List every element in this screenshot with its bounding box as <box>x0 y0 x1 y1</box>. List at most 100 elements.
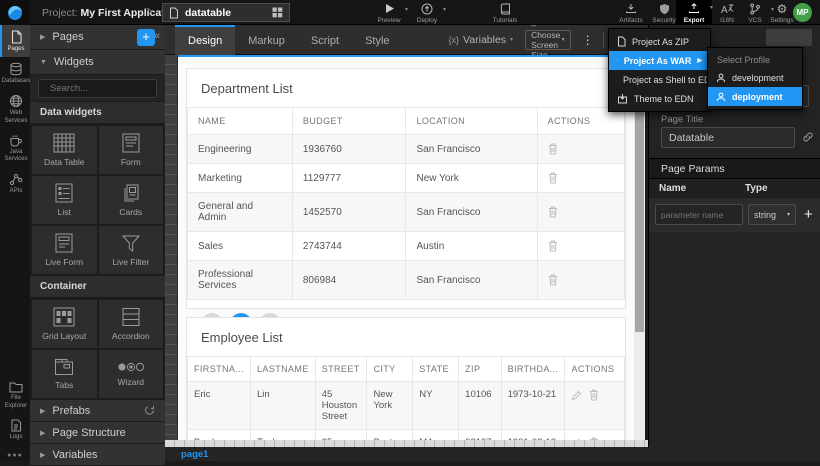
widget-grid-layout[interactable]: Grid Layout <box>32 300 97 348</box>
list-icon <box>54 183 74 203</box>
column-header[interactable]: NAME <box>188 108 293 135</box>
widget-search-input[interactable] <box>50 83 182 94</box>
widget-form[interactable]: Form <box>99 126 164 174</box>
delete-row-icon[interactable] <box>548 143 614 155</box>
chevron-right-icon: ▶ <box>40 407 45 415</box>
download-tray-icon <box>625 2 637 15</box>
horizontal-ruler <box>165 440 648 447</box>
column-header[interactable]: BIRTHDA... <box>501 357 565 382</box>
sidebar-item-web-services[interactable]: Web Services <box>0 89 30 128</box>
table-row[interactable]: Brad Tucker 25 Liberty Pl Boston MA 0212… <box>188 430 625 441</box>
column-header[interactable]: ZIP <box>459 357 501 382</box>
deploy-button[interactable]: Deploy ▾ <box>409 2 445 24</box>
tab-design[interactable]: Design <box>175 25 235 55</box>
submenu-item-deployment[interactable]: deployment <box>708 87 802 106</box>
table-row[interactable]: Professional Services 806984 San Francis… <box>188 261 625 300</box>
column-header[interactable]: LASTNAME <box>251 357 316 382</box>
column-header[interactable]: STREET <box>315 357 367 382</box>
pages-accordion[interactable]: ▶ Pages + <box>30 25 165 50</box>
column-header[interactable]: CITY <box>367 357 413 382</box>
edit-row-icon[interactable] <box>571 390 582 401</box>
page-canvas[interactable]: Department List NAME BUDGET LOCATION ACT… <box>178 55 634 440</box>
page-structure-accordion[interactable]: ▶ Page Structure <box>30 422 165 444</box>
shield-icon <box>659 2 670 15</box>
wizard-icon <box>117 361 145 373</box>
sidebar-item-file-explorer[interactable]: File Explorer <box>0 376 30 413</box>
sidebar-item-logs[interactable]: Logs <box>0 414 30 445</box>
table-row[interactable]: Engineering 1936760 San Francisco <box>188 135 625 164</box>
delete-row-icon[interactable] <box>548 274 614 286</box>
tab-style[interactable]: Style <box>352 25 402 55</box>
widget-live-form[interactable]: Live Form <box>32 226 97 274</box>
collapse-panel-icon[interactable]: « <box>154 30 160 42</box>
widget-data-table[interactable]: Data Table <box>32 126 97 174</box>
table-row[interactable]: Marketing 1129777 New York <box>188 164 625 193</box>
param-type-select[interactable]: string ▾ <box>748 204 796 225</box>
param-name-input[interactable] <box>655 204 743 225</box>
grid-layout-icon <box>53 307 75 327</box>
grid-view-icon[interactable] <box>272 7 283 18</box>
project-label: Project: <box>42 7 78 19</box>
menu-item-project-as-zip[interactable]: Project As ZIP <box>609 32 710 51</box>
tab-markup[interactable]: Markup <box>235 25 298 55</box>
sidebar-item-java-services[interactable]: Java Services <box>0 129 30 167</box>
delete-row-icon[interactable] <box>548 172 614 184</box>
column-header[interactable]: LOCATION <box>406 108 537 135</box>
preview-button[interactable]: Preview ▾ <box>371 2 407 24</box>
delete-row-icon[interactable] <box>589 389 599 401</box>
sidebar-item-pages[interactable]: Pages <box>0 25 30 57</box>
menu-item-project-as-war[interactable]: Project As WAR ▶ <box>609 51 710 70</box>
wavemaker-logo[interactable] <box>0 0 30 25</box>
widget-list[interactable]: List <box>32 176 97 224</box>
bind-link-icon[interactable] <box>802 131 814 143</box>
add-page-button[interactable]: + <box>137 29 155 46</box>
open-page-tab[interactable]: page1 <box>181 449 208 460</box>
page-params-section-header[interactable]: Page Params <box>649 158 820 179</box>
department-list-panel[interactable]: Department List NAME BUDGET LOCATION ACT… <box>186 68 626 309</box>
delete-row-icon[interactable] <box>548 206 614 218</box>
add-param-button[interactable]: + <box>804 206 813 223</box>
column-header[interactable]: BUDGET <box>292 108 406 135</box>
page-params-table: Name Type string ▾ + <box>649 179 820 232</box>
widget-cards[interactable]: Cards <box>99 176 164 224</box>
widgets-accordion[interactable]: ▼ Widgets <box>30 50 165 75</box>
menu-item-theme-to-edn[interactable]: Theme to EDN <box>609 89 710 108</box>
variables-accordion[interactable]: ▶ Variables <box>30 444 165 466</box>
table-row[interactable]: General and Admin 1452570 San Francisco <box>188 193 625 232</box>
canvas-scrollbar[interactable] <box>634 55 645 440</box>
user-avatar[interactable]: MP <box>793 3 812 22</box>
prefabs-accordion[interactable]: ▶ Prefabs <box>30 400 165 422</box>
sidebar-item-databases[interactable]: Databases <box>0 57 30 89</box>
screen-size-select[interactable]: – Choose Screen Size – ▾ <box>525 30 571 50</box>
page-title-label: Page Title <box>661 114 703 125</box>
widget-accordion[interactable]: Accordion <box>99 300 164 348</box>
database-icon <box>9 62 23 76</box>
more-options-icon[interactable]: ●●● <box>0 452 30 459</box>
param-name-header: Name <box>659 183 745 194</box>
translate-icon: A <box>721 2 734 15</box>
kebab-menu-icon[interactable]: ⋮ <box>582 33 594 47</box>
page-selector-dropdown[interactable]: datatable <box>162 3 290 22</box>
artifacts-button[interactable]: Artifacts <box>613 2 649 24</box>
export-button[interactable]: Export ▾ <box>676 0 712 25</box>
table-row[interactable]: Sales 2743744 Austin <box>188 232 625 261</box>
column-header[interactable]: FIRSTNA... <box>188 357 251 382</box>
widget-wizard[interactable]: Wizard <box>99 350 164 398</box>
table-row[interactable]: Eric Lin 45 Houston Street New York NY 1… <box>188 382 625 430</box>
sidebar-item-apis[interactable]: APIs <box>0 167 30 199</box>
page-title-input[interactable] <box>661 127 795 148</box>
delete-row-icon[interactable] <box>548 240 614 252</box>
tab-script[interactable]: Script <box>298 25 352 55</box>
submenu-item-development[interactable]: development <box>708 68 802 87</box>
column-header[interactable]: STATE <box>413 357 459 382</box>
tutorials-button[interactable]: Tutorials <box>487 2 523 24</box>
variables-menu[interactable]: {x} Variables ▾ <box>449 34 514 46</box>
employee-list-panel[interactable]: Employee List FIRSTNA... LASTNAME STREET… <box>186 317 626 440</box>
widget-tabs[interactable]: Tabs <box>32 350 97 398</box>
menu-item-project-shell-to-edn[interactable]: Project as Shell to EDN <box>609 70 710 89</box>
chevron-right-icon: ▶ <box>40 429 45 437</box>
refresh-icon[interactable] <box>144 405 155 416</box>
department-list-title: Department List <box>187 69 625 107</box>
widget-live-filter[interactable]: Live Filter <box>99 226 164 274</box>
panel-top-control[interactable] <box>766 29 812 46</box>
